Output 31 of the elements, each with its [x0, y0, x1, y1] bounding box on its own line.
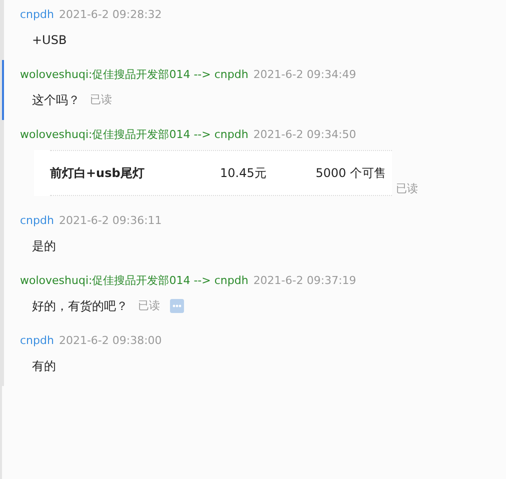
message-sender: cnpdh: [20, 213, 54, 229]
read-status: 已读: [396, 181, 418, 196]
message-time: 2021-6-2 09:34:50: [253, 127, 356, 143]
message[interactable]: cnpdh 2021-6-2 09:36:11 是的: [2, 206, 506, 266]
message[interactable]: woloveshuqi:促佳搜品开发部014 --> cnpdh 2021-6-2 09:37:19 好的，有货的吧？ 已读: [2, 266, 506, 326]
message-sender: woloveshuqi:促佳搜品开发部014 --> cnpdh: [20, 67, 248, 83]
message-sender: cnpdh: [20, 333, 54, 349]
message-text: +USB: [32, 32, 67, 49]
message[interactable]: woloveshuqi:促佳搜品开发部014 --> cnpdh 2021-6-2 09:34:49 这个吗？ 已读: [2, 60, 506, 120]
product-name: 前灯白+usb尾灯: [50, 164, 146, 182]
message-text: 这个吗？: [32, 92, 80, 109]
message-text: 有的: [32, 358, 56, 375]
read-status: 已读: [90, 92, 112, 108]
message-text: 是的: [32, 238, 56, 255]
more-icon[interactable]: [170, 299, 184, 313]
message-text: 好的，有货的吧？: [32, 298, 128, 315]
message-sender: woloveshuqi:促佳搜品开发部014 --> cnpdh: [20, 127, 248, 143]
read-status: 已读: [138, 298, 160, 314]
message[interactable]: woloveshuqi:促佳搜品开发部014 --> cnpdh 2021-6-2 09:34:50 前灯白+usb尾灯 10.45元 5000 个可售 已读: [2, 120, 506, 206]
product-price: 10.45元: [220, 164, 268, 182]
message-time: 2021-6-2 09:38:00: [58, 333, 162, 349]
message-sender: woloveshuqi:促佳搜品开发部014 --> cnpdh: [20, 273, 248, 289]
product-stock: 5000 个可售: [316, 164, 387, 182]
message[interactable]: cnpdh 2021-6-2 09:38:00 有的: [2, 326, 506, 386]
message-time: 2021-6-2 09:37:19: [253, 273, 356, 289]
message-time: 2021-6-2 09:28:32: [58, 7, 162, 23]
message-time: 2021-6-2 09:34:49: [253, 67, 356, 83]
product-card[interactable]: 前灯白+usb尾灯 10.45元 5000 个可售: [34, 150, 392, 196]
message[interactable]: cnpdh 2021-6-2 09:28:32 +USB: [2, 0, 506, 60]
message-sender: cnpdh: [20, 7, 54, 23]
message-time: 2021-6-2 09:36:11: [58, 213, 162, 229]
